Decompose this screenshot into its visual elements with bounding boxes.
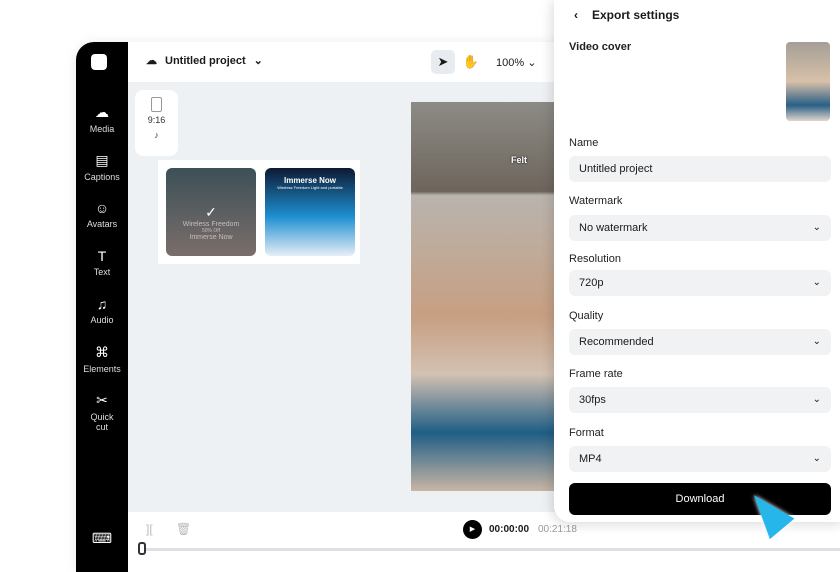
template-card[interactable]: Immerse Now Wireless Freedom Light and p… bbox=[265, 168, 355, 256]
sidebar-item-quick-cut[interactable]: ✂ Quick cut bbox=[76, 392, 128, 432]
sidebar-item-audio[interactable]: ♫ Audio bbox=[76, 296, 128, 325]
text-icon: T bbox=[97, 248, 107, 264]
name-input[interactable]: Untitled project bbox=[569, 156, 831, 182]
frame-rate-value: 30fps bbox=[579, 394, 606, 406]
frame-rate-label: Frame rate bbox=[569, 368, 623, 380]
sidebar-item-text[interactable]: T Text bbox=[76, 248, 128, 277]
sidebar-label: Captions bbox=[84, 172, 120, 182]
zoom-value: 100% bbox=[496, 57, 525, 69]
elements-icon: ⌘ bbox=[95, 344, 109, 360]
chevron-down-icon: ⌄ bbox=[253, 55, 263, 67]
current-time: 00:00:00 bbox=[489, 524, 530, 535]
export-settings-panel: ‹ Export settings Video cover Name Untitl… bbox=[554, 0, 840, 522]
sidebar-label: Avatars bbox=[86, 219, 118, 229]
select-tool[interactable]: ➤ bbox=[431, 50, 455, 74]
chevron-down-icon: ⌄ bbox=[812, 222, 821, 233]
sidebar-item-elements[interactable]: ⌘ Elements bbox=[76, 344, 128, 374]
sidebar-item-avatars[interactable]: ☺ Avatars bbox=[76, 200, 128, 229]
app-logo bbox=[91, 54, 107, 70]
sidebar-label: Audio bbox=[90, 315, 114, 325]
format-label: Format bbox=[569, 427, 604, 439]
sidebar-label: Media bbox=[89, 124, 115, 134]
upload-cloud-icon: ☁ bbox=[95, 104, 109, 120]
resolution-label: Resolution bbox=[569, 253, 621, 265]
ratio-label: 9:16 bbox=[147, 115, 166, 125]
format-value: MP4 bbox=[579, 453, 602, 465]
frame-rate-select[interactable]: 30fps ⌄ bbox=[569, 387, 831, 413]
video-cover-label: Video cover bbox=[569, 41, 632, 53]
hand-tool[interactable]: ✋ bbox=[459, 50, 483, 74]
name-label: Name bbox=[569, 137, 599, 149]
chevron-down-icon: ⌄ bbox=[812, 277, 821, 288]
cloud-icon: ☁ bbox=[146, 55, 157, 67]
quality-value: Recommended bbox=[579, 336, 654, 348]
project-menu[interactable]: ☁ Untitled project ⌄ bbox=[146, 54, 263, 68]
trash-icon[interactable]: 🗑 bbox=[176, 522, 191, 536]
download-button[interactable]: Download bbox=[569, 483, 831, 515]
timeline-track[interactable] bbox=[138, 548, 840, 551]
zoom-dropdown[interactable]: 100% ⌄ bbox=[496, 56, 536, 69]
template-card[interactable]: ✓ Wireless Freedom 50% Off Immerse Now bbox=[166, 168, 256, 256]
watermark-select[interactable]: No watermark ⌄ bbox=[569, 215, 831, 241]
video-preview[interactable]: Felt bbox=[411, 102, 556, 491]
sidebar-label: Elements bbox=[83, 364, 121, 374]
avatar-icon: ☺ bbox=[94, 200, 110, 216]
video-cover-thumbnail[interactable] bbox=[786, 42, 830, 121]
chevron-down-icon: ⌄ bbox=[812, 336, 821, 347]
phone-icon bbox=[151, 97, 162, 112]
format-select[interactable]: MP4 ⌄ bbox=[569, 446, 831, 472]
caption-text: Felt bbox=[511, 155, 528, 165]
keyboard-icon: ⌨ bbox=[91, 530, 113, 546]
name-value: Untitled project bbox=[579, 163, 653, 175]
resolution-select[interactable]: 720p ⌄ bbox=[569, 270, 831, 296]
chevron-down-icon: ⌄ bbox=[812, 394, 821, 405]
template-sub: Wireless Freedom Light and portable bbox=[277, 185, 343, 190]
quality-label: Quality bbox=[569, 310, 604, 322]
quick-cut-icon: ✂ bbox=[96, 392, 108, 408]
watermark-label: Watermark bbox=[569, 195, 623, 207]
sidebar-item-media[interactable]: ☁ Media bbox=[76, 104, 128, 134]
panel-title: Export settings bbox=[592, 8, 680, 22]
tiktok-icon: ♪ bbox=[154, 130, 159, 140]
split-icon[interactable]: ][ bbox=[146, 522, 153, 536]
play-button[interactable]: ▶ bbox=[463, 520, 482, 539]
check-icon: ✓ bbox=[205, 204, 217, 220]
sidebar-label: Quick cut bbox=[90, 412, 114, 432]
total-time: 00:21:18 bbox=[538, 524, 577, 535]
project-title: Untitled project bbox=[165, 54, 246, 67]
playhead[interactable] bbox=[138, 542, 146, 555]
aspect-ratio-button[interactable]: 9:16 ♪ bbox=[135, 90, 178, 156]
sidebar: ☁ Media ▤ Captions ☺ Avatars T Text ♫ Audio ⌘… bbox=[76, 42, 128, 572]
resolution-value: 720p bbox=[579, 277, 604, 289]
sidebar-label: Text bbox=[93, 267, 111, 277]
music-icon: ♫ bbox=[96, 296, 108, 312]
keyboard-shortcuts-button[interactable]: ⌨ bbox=[76, 530, 128, 550]
back-arrow-icon[interactable]: ‹ bbox=[574, 8, 578, 22]
template-title: Wireless Freedom bbox=[182, 221, 240, 228]
template-suggestions: ✓ Wireless Freedom 50% Off Immerse Now I… bbox=[158, 160, 360, 264]
template-cta: Immerse Now bbox=[189, 234, 233, 241]
watermark-value: No watermark bbox=[579, 222, 648, 234]
captions-icon: ▤ bbox=[95, 152, 109, 168]
template-title: Immerse Now bbox=[283, 176, 337, 185]
chevron-down-icon: ⌄ bbox=[812, 453, 821, 464]
sidebar-item-captions[interactable]: ▤ Captions bbox=[76, 152, 128, 182]
quality-select[interactable]: Recommended ⌄ bbox=[569, 329, 831, 355]
